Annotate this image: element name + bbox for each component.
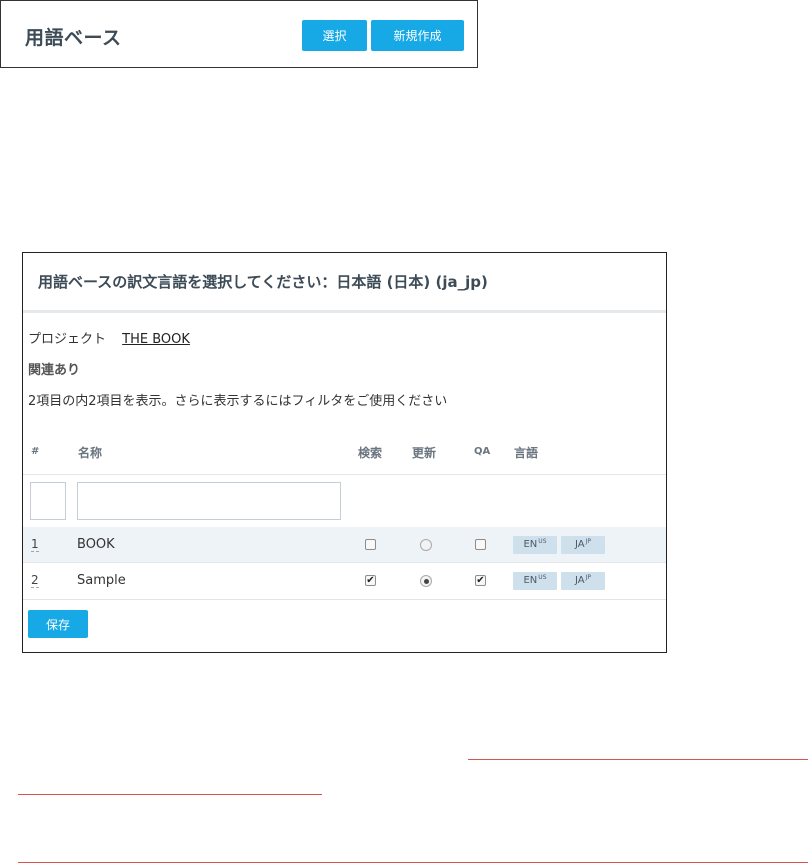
column-header-number[interactable]: # (31, 446, 39, 457)
related-heading: 関連あり (28, 363, 81, 378)
language-tag-en-us: EN US (513, 572, 557, 590)
row-divider (23, 599, 666, 600)
table-row: 1 BOOK EN US JA JP (23, 527, 666, 563)
dialog-title: 用語ベースの訳文言語を選択してください：日本語 (日本) (ja_jp) (38, 273, 488, 291)
language-tag-ja-jp: JA JP (561, 536, 605, 554)
column-header-name[interactable]: 名称 (78, 444, 102, 461)
save-button[interactable]: 保存 (28, 610, 88, 638)
row-number: 2 (31, 573, 39, 588)
new-termbase-button[interactable]: 新規作成 (371, 20, 464, 51)
red-underline-1 (468, 759, 808, 760)
column-header-update: 更新 (412, 446, 437, 460)
language-tag-en-us: EN US (513, 536, 557, 554)
column-header-language: 言語 (514, 446, 539, 460)
row-number: 1 (31, 537, 39, 552)
project-row: プロジェクト THE BOOK (28, 328, 190, 347)
termbase-name: Sample (77, 573, 126, 588)
select-button[interactable]: 選択 (302, 20, 367, 51)
termbase-language-dialog: 用語ベースの訳文言語を選択してください：日本語 (日本) (ja_jp) プロジ… (22, 252, 667, 653)
search-checkbox[interactable] (365, 539, 376, 550)
dialog-header: 用語ベースの訳文言語を選択してください：日本語 (日本) (ja_jp) (23, 253, 666, 313)
header-divider (23, 474, 666, 475)
table-row: 2 Sample ✔ ✔ EN US JA JP (23, 563, 666, 599)
radio-selected-dot (423, 578, 429, 584)
update-radio[interactable] (420, 575, 432, 587)
qa-checkbox[interactable] (475, 539, 486, 550)
qa-checkbox[interactable]: ✔ (475, 575, 486, 586)
search-checkbox[interactable]: ✔ (365, 575, 376, 586)
result-count-text: 2項目の内2項目を表示。さらに表示するにはフィルタをご使用ください (28, 394, 448, 409)
termbase-title: 用語ベース (25, 27, 122, 49)
project-label: プロジェクト (28, 332, 107, 347)
red-underline-2 (18, 794, 322, 795)
language-tag-ja-jp: JA JP (561, 572, 605, 590)
project-link[interactable]: THE BOOK (122, 332, 190, 347)
termbase-name: BOOK (77, 537, 115, 552)
termbase-panel: 用語ベース 選択 新規作成 (0, 0, 478, 68)
red-underline-3 (18, 862, 808, 863)
update-radio[interactable] (420, 539, 432, 551)
name-filter-input[interactable] (77, 482, 341, 520)
column-header-search: 検索 (358, 446, 383, 460)
number-filter-box[interactable] (30, 482, 66, 520)
column-header-qa: QA (474, 446, 491, 457)
